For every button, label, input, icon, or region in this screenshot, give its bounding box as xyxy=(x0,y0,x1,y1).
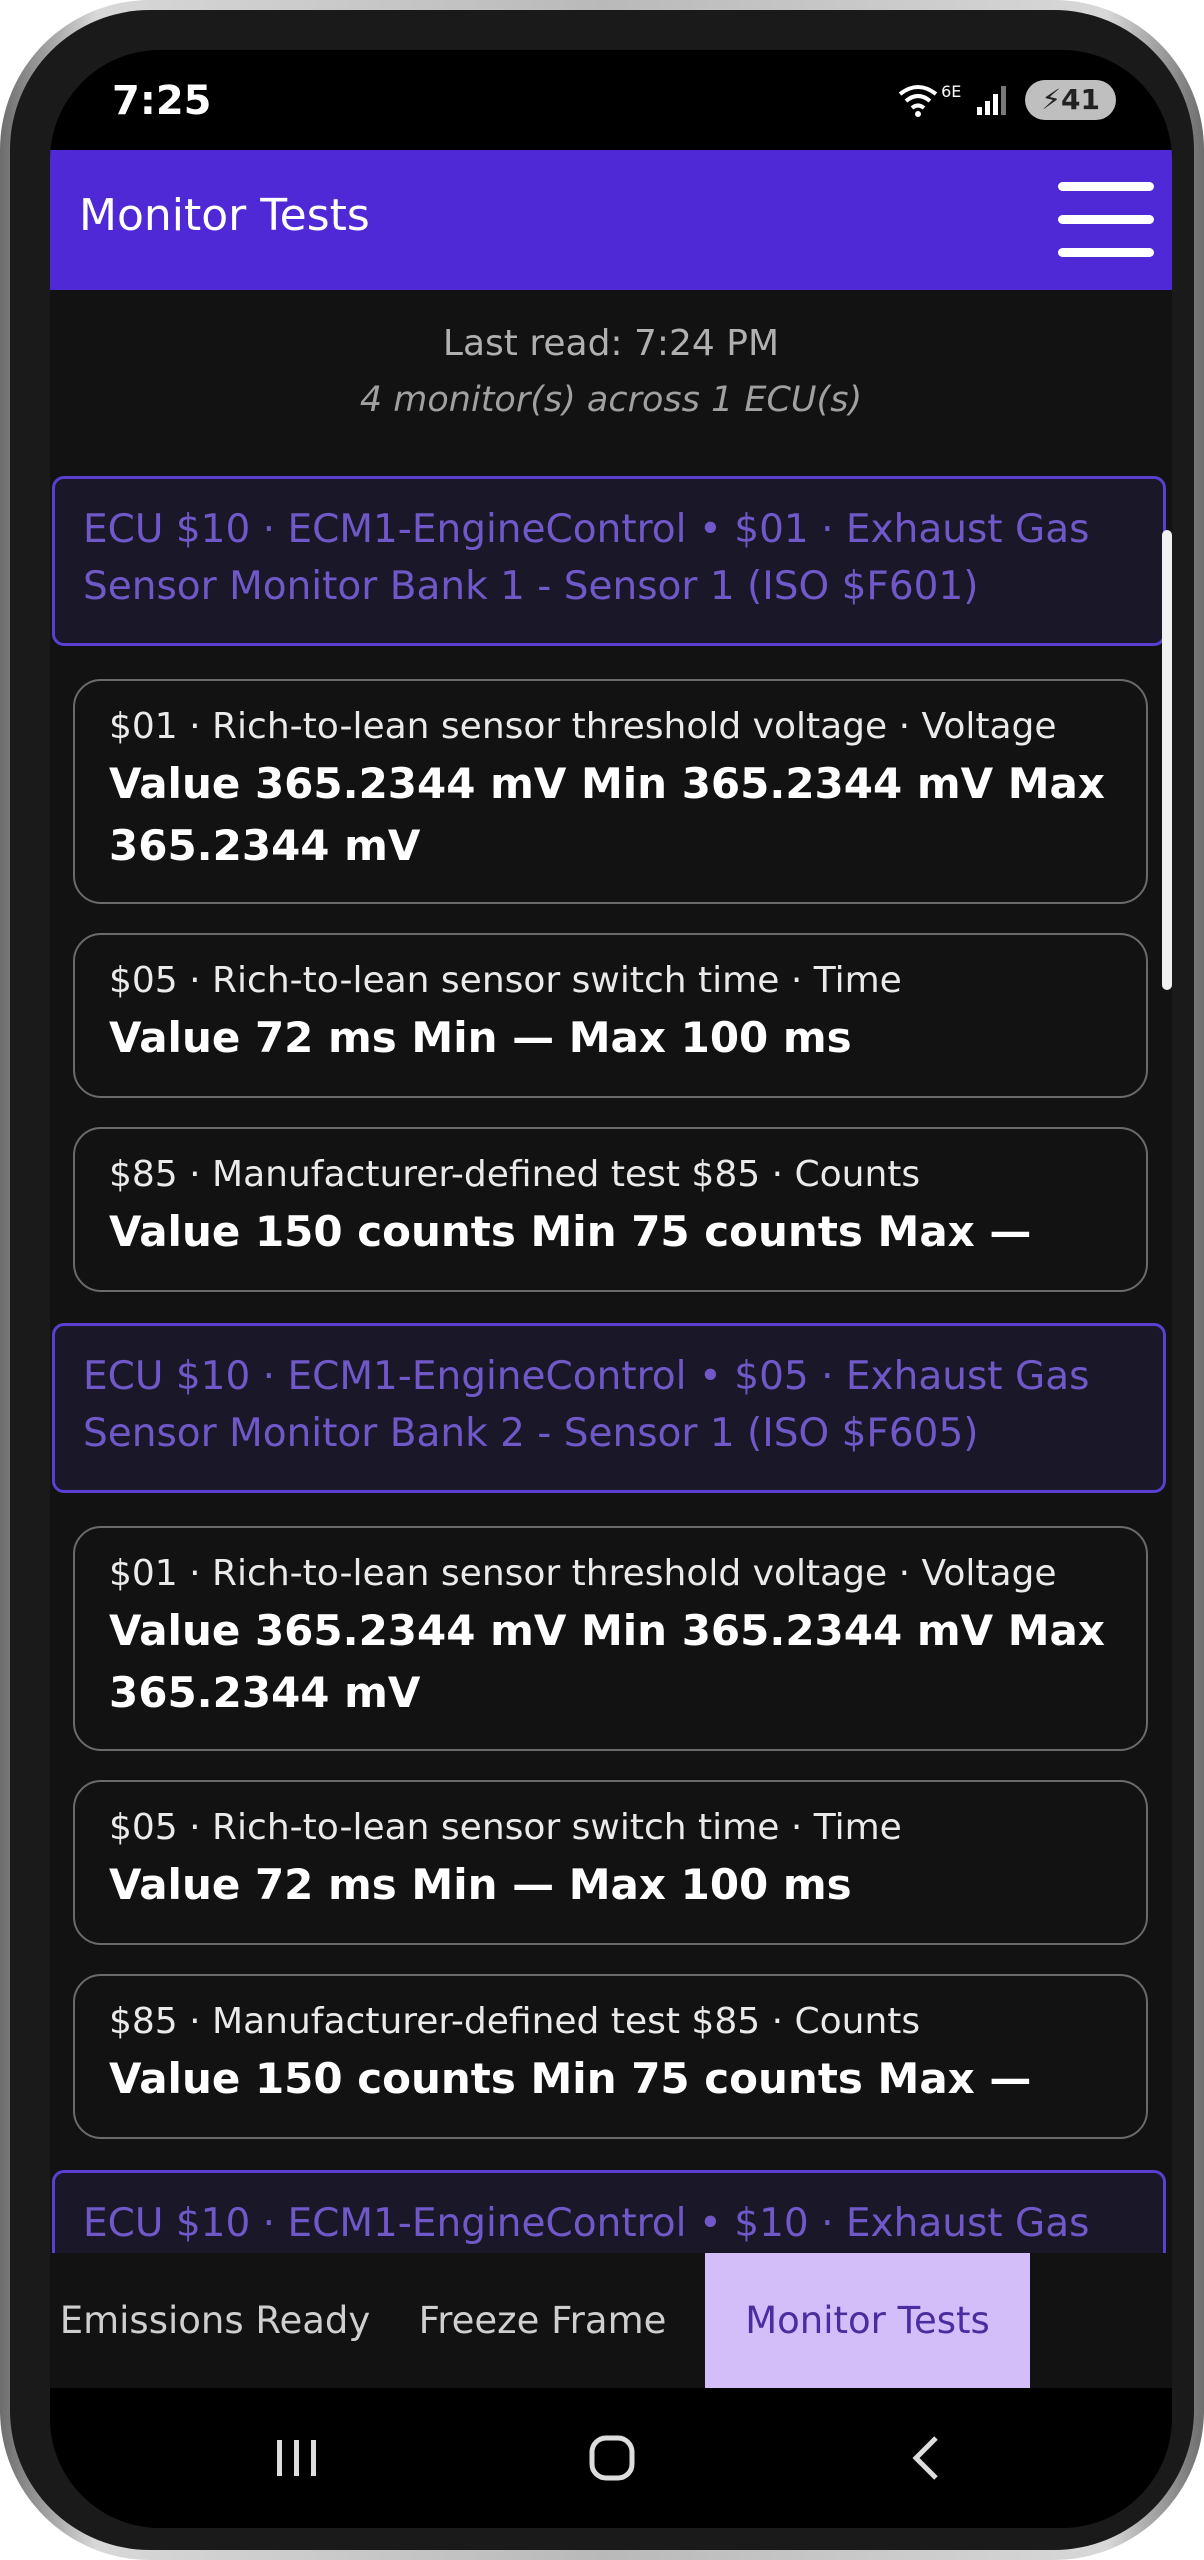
system-navigation-bar xyxy=(50,2388,1172,2528)
status-time: 7:25 xyxy=(112,78,212,124)
ecu-monitor-header: ECU $10 · ECM1-EngineControl • $05 · Exh… xyxy=(52,1323,1166,1493)
test-title: $05 · Rich-to-lean sensor switch time · … xyxy=(109,960,902,1001)
scrollbar-thumb[interactable] xyxy=(1162,530,1172,990)
tab-monitor-tests[interactable]: Monitor Tests xyxy=(705,2253,1030,2388)
wifi-icon xyxy=(898,85,938,117)
test-title: $05 · Rich-to-lean sensor switch time · … xyxy=(109,1807,902,1848)
status-icons: 6E ⚡41 xyxy=(897,80,1116,120)
tab-emissions-ready[interactable]: Emissions Ready xyxy=(50,2253,380,2388)
charging-icon: ⚡ xyxy=(1041,83,1062,116)
test-values: Value 72 ms Min — Max 100 ms xyxy=(109,1860,852,1909)
test-title: $85 · Manufacturer-defined test $85 · Co… xyxy=(109,1154,921,1195)
phone-frame: 7:25 6E ⚡41 Monitor Tests Last read: 7:2… xyxy=(0,0,1204,2560)
test-card: $01 · Rich-to-lean sensor threshold volt… xyxy=(73,1526,1148,1751)
monitor-count-text: 4 monitor(s) across 1 ECU(s) xyxy=(359,380,863,420)
app-bar: Monitor Tests xyxy=(50,150,1172,290)
test-title: $01 · Rich-to-lean sensor threshold volt… xyxy=(109,706,1057,747)
home-icon[interactable] xyxy=(588,2434,636,2482)
test-values: Value 72 ms Min — Max 100 ms xyxy=(109,1013,852,1062)
back-icon[interactable] xyxy=(906,2434,946,2482)
last-read-text: Last read: 7:24 PM xyxy=(442,323,780,364)
recent-apps-icon[interactable] xyxy=(273,2438,321,2478)
test-values: Value 150 counts Min 75 counts Max — xyxy=(109,1207,1032,1256)
hamburger-menu-icon[interactable] xyxy=(1058,178,1154,262)
signal-icon xyxy=(977,86,1007,115)
test-card: $85 · Manufacturer-defined test $85 · Co… xyxy=(73,1127,1148,1292)
network-label: 6E xyxy=(941,81,962,101)
monitor-list[interactable]: Last read: 7:24 PM 4 monitor(s) across 1… xyxy=(50,290,1172,2253)
test-title: $01 · Rich-to-lean sensor threshold volt… xyxy=(109,1553,1057,1594)
test-card: $85 · Manufacturer-defined test $85 · Co… xyxy=(73,1974,1148,2139)
page-title: Monitor Tests xyxy=(79,190,370,241)
battery-level: 41 xyxy=(1061,83,1100,116)
status-bar: 7:25 6E ⚡41 xyxy=(50,50,1172,150)
ecu-monitor-header: ECU $10 · ECM1-EngineControl • $01 · Exh… xyxy=(52,476,1166,646)
test-title: $85 · Manufacturer-defined test $85 · Co… xyxy=(109,2001,921,2042)
screen: 7:25 6E ⚡41 Monitor Tests Last read: 7:2… xyxy=(50,50,1172,2528)
test-values: Value 150 counts Min 75 counts Max — xyxy=(109,2054,1032,2103)
test-card: $05 · Rich-to-lean sensor switch time · … xyxy=(73,1780,1148,1945)
bottom-nav: Emissions Ready Freeze Frame Monitor Tes… xyxy=(50,2253,1172,2388)
test-values: Value 365.2344 mV Min 365.2344 mV Max 36… xyxy=(109,759,1105,870)
tab-freeze-frame[interactable]: Freeze Frame xyxy=(380,2253,705,2388)
battery-indicator: ⚡41 xyxy=(1025,80,1116,120)
ecu-monitor-header: ECU $10 · ECM1-EngineControl • $10 · Exh… xyxy=(52,2170,1166,2253)
phone-bezel: 7:25 6E ⚡41 Monitor Tests Last read: 7:2… xyxy=(10,10,1194,2550)
test-card: $05 · Rich-to-lean sensor switch time · … xyxy=(73,933,1148,1098)
test-card: $01 · Rich-to-lean sensor threshold volt… xyxy=(73,679,1148,904)
test-values: Value 365.2344 mV Min 365.2344 mV Max 36… xyxy=(109,1606,1105,1717)
